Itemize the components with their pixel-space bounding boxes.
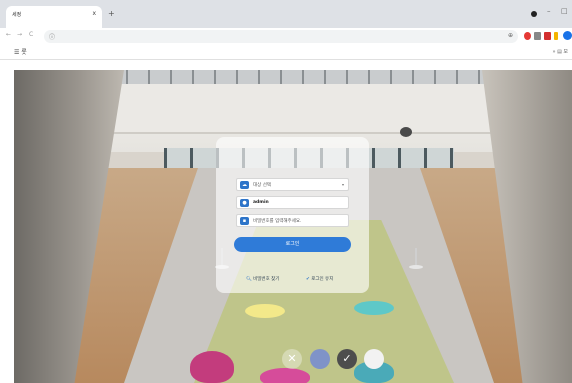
login-card: ☁ 대상 선택 ▾ ● admin ▪ 비밀번호를 입력해주세요. 로그인 🔍︎… [216, 137, 369, 293]
chevron-down-icon: ▾ [341, 182, 344, 187]
remember-login-label: 로그인 유지 [311, 277, 334, 282]
cloud-icon: ☁ [240, 181, 249, 189]
address-bar[interactable]: ⓘ ⊕ [44, 30, 518, 43]
username-value: admin [253, 200, 269, 205]
extension-pdf-icon[interactable] [544, 32, 551, 40]
password-field[interactable]: ▪ 비밀번호를 입력해주세요. [236, 214, 349, 227]
bookmark-item[interactable]: ☰ 롯 [14, 47, 27, 56]
close-icon[interactable]: ✕ [282, 349, 302, 369]
site-info-icon[interactable]: ⓘ [49, 32, 55, 41]
yellow-table [245, 304, 285, 318]
account-avatar[interactable] [563, 31, 572, 40]
extension-red-icon[interactable] [524, 32, 531, 40]
stanchion-base [409, 265, 423, 269]
maximize-button[interactable]: □ [561, 7, 568, 15]
pink-beanbag [190, 351, 234, 383]
user-icon: ● [240, 199, 249, 207]
bookmarks-overflow[interactable]: » ▤ 모 [552, 48, 568, 55]
tab-title: 세정 [12, 12, 22, 18]
new-tab-button[interactable]: + [108, 9, 115, 18]
minimize-button[interactable]: – [547, 7, 551, 15]
magenta-beanbag [260, 368, 310, 383]
teal-table [354, 301, 394, 315]
reload-button[interactable]: C [29, 31, 33, 38]
tab-close-icon[interactable]: x [92, 10, 96, 17]
zoom-icon[interactable]: ⊕ [508, 32, 513, 39]
stanchion [415, 248, 417, 266]
check-icon[interactable]: ✓ [337, 349, 357, 369]
username-field[interactable]: ● admin [236, 196, 349, 209]
forward-button[interactable]: → [17, 31, 22, 38]
browser-tab[interactable]: 세정 x [6, 6, 102, 28]
balcony [84, 84, 504, 134]
profile-icon[interactable] [531, 11, 537, 17]
find-password-link[interactable]: 🔍︎ 비밀번호 찾기 [246, 276, 279, 282]
skylight [104, 70, 484, 84]
login-button[interactable]: 로그인 [234, 237, 351, 252]
extension-grey-icon[interactable] [534, 32, 541, 40]
password-placeholder: 비밀번호를 입력해주세요. [253, 219, 302, 224]
bookmarks-bar: ☰ 롯 » ▤ 모 [0, 45, 572, 60]
tab-bar: 세정 x + – □ [0, 0, 572, 28]
white-circle-icon[interactable] [364, 349, 384, 369]
browser-toolbar: ← → C ⓘ ⊕ [0, 28, 572, 45]
find-password-label: 비밀번호 찾기 [253, 277, 280, 282]
extension-yellow-icon[interactable] [554, 32, 558, 40]
select-placeholder: 대상 선택 [253, 183, 271, 188]
back-button[interactable]: ← [6, 31, 11, 38]
target-select[interactable]: ☁ 대상 선택 ▾ [236, 178, 349, 191]
lock-icon: ▪ [240, 217, 249, 225]
ceiling-lamp [400, 127, 412, 137]
remember-login-checkbox[interactable]: ✔ 로그인 유지 [306, 276, 333, 282]
blue-circle-icon[interactable] [310, 349, 330, 369]
